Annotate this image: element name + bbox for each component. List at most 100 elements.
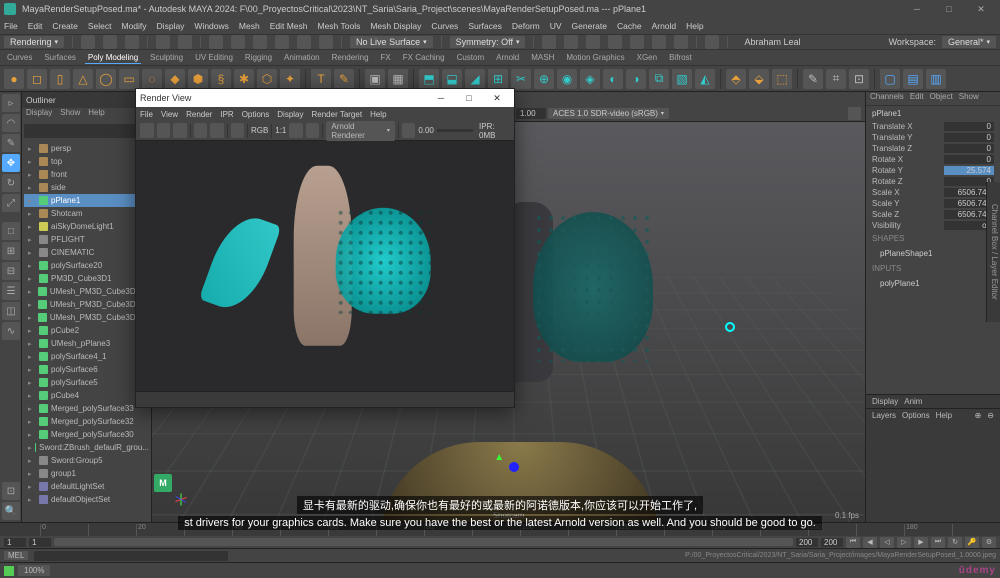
attr-label[interactable]: Translate X [872, 122, 913, 131]
shelf-tab-xgen[interactable]: XGen [634, 52, 660, 63]
snap-curve-icon[interactable] [253, 35, 267, 49]
outliner-menu-show[interactable]: Show [60, 108, 80, 122]
shelf-tab-arnold[interactable]: Arnold [493, 52, 522, 63]
shelf-tab-mash[interactable]: MASH [528, 52, 557, 63]
menu-edit-mesh[interactable]: Edit Mesh [270, 21, 308, 31]
outliner-item[interactable]: ▸side [24, 181, 149, 194]
shelf-extrude-icon[interactable]: ⬒ [419, 69, 439, 89]
render-thumbnails[interactable] [136, 391, 514, 407]
viewport-settings-icon[interactable] [848, 107, 861, 120]
menu-modify[interactable]: Modify [122, 21, 147, 31]
redo-icon[interactable] [178, 35, 192, 49]
shelf-bridge-icon[interactable]: ⬓ [442, 69, 462, 89]
outliner-item[interactable]: ▸UMesh_PM3D_Cube3D1_2 [24, 285, 149, 298]
outliner-menu-display[interactable]: Display [26, 108, 52, 122]
menu-create[interactable]: Create [52, 21, 78, 31]
outliner-item[interactable]: ▸defaultLightSet [24, 480, 149, 493]
shelf-quad-draw-icon[interactable]: ▧ [672, 69, 692, 89]
live-surface-dropdown[interactable]: No Live Surface [350, 36, 433, 48]
rotate-manipulator[interactable] [725, 322, 735, 332]
shelf-soccer-icon[interactable]: ⬡ [257, 69, 277, 89]
magnify-icon[interactable]: 🔍 [2, 502, 20, 520]
anim-tab[interactable]: Anim [904, 397, 922, 406]
rv-menu-render[interactable]: Render [186, 110, 212, 119]
shelf-bevel-icon[interactable]: ◢ [465, 69, 485, 89]
channel-object-name[interactable]: pPlane1 [866, 106, 1000, 121]
attr-label[interactable]: Rotate Y [872, 166, 903, 175]
render-view-maximize-button[interactable]: □ [456, 91, 482, 105]
ipr-refresh-icon[interactable] [210, 123, 224, 138]
rv-menu-display[interactable]: Display [277, 110, 303, 119]
render-frame-icon[interactable] [564, 35, 578, 49]
layout-four-icon[interactable]: ⊞ [2, 242, 20, 260]
snap-plane-icon[interactable] [297, 35, 311, 49]
outliner-item[interactable]: ▸PFLIGHT [24, 233, 149, 246]
menu-mesh[interactable]: Mesh [239, 21, 260, 31]
rotate-tool-icon[interactable]: ↻ [2, 174, 20, 192]
snap-grid-icon[interactable] [231, 35, 245, 49]
rv-exposure-input[interactable]: 0.00 [418, 126, 434, 135]
step-back-button[interactable]: ◀ [863, 537, 877, 548]
loop-button[interactable]: ↻ [948, 537, 962, 548]
layout-two-icon[interactable]: ⊟ [2, 262, 20, 280]
menu-select[interactable]: Select [88, 21, 112, 31]
outliner-item[interactable]: ▸polySurface4_1 [24, 350, 149, 363]
channel-box-tab-vertical[interactable]: Channel Box / Layer Editor [986, 182, 1000, 322]
render-view-titlebar[interactable]: Render View ─ □ ✕ [136, 89, 514, 107]
layout-outliner-icon[interactable]: ☰ [2, 282, 20, 300]
shelf-separate-icon[interactable]: ▦ [388, 69, 408, 89]
scale-tool-icon[interactable]: ⤢ [2, 194, 20, 212]
shelf-boolean-diff-icon[interactable]: ⬙ [749, 69, 769, 89]
minimize-button[interactable]: ─ [902, 1, 932, 17]
construction-history-icon[interactable] [542, 35, 556, 49]
prefs-button[interactable]: ⚙ [982, 537, 996, 548]
attr-label[interactable]: Rotate Z [872, 177, 903, 186]
shelf-helix-icon[interactable]: § [211, 69, 231, 89]
layout-persp-icon[interactable]: ◫ [2, 302, 20, 320]
attr-label[interactable]: Scale Y [872, 199, 899, 208]
shelf-boolean-inter-icon[interactable]: ⬚ [772, 69, 792, 89]
range-end-input[interactable]: 200 [821, 538, 843, 547]
shelf-tab-motion-graphics[interactable]: Motion Graphics [563, 52, 627, 63]
shelf-combine-icon[interactable]: ▣ [365, 69, 385, 89]
attr-value-input[interactable]: 0 [944, 155, 994, 164]
menu-curves[interactable]: Curves [431, 21, 458, 31]
rv-menu-render-target[interactable]: Render Target [312, 110, 363, 119]
symmetry-dropdown[interactable]: Symmetry: Off [450, 36, 526, 48]
menu-file[interactable]: File [4, 21, 18, 31]
attr-label[interactable]: Rotate X [872, 155, 903, 164]
outliner-item[interactable]: ▸CINEMATIC [24, 246, 149, 259]
m-button[interactable]: M [154, 474, 172, 492]
outliner-search-input[interactable] [24, 124, 149, 138]
shelf-tab-poly-modeling[interactable]: Poly Modeling [85, 52, 141, 64]
shelf-mirror-icon[interactable]: ⧉ [649, 69, 669, 89]
hypershade-icon[interactable] [674, 35, 688, 49]
shelf-auto-icon[interactable]: ▥ [926, 69, 946, 89]
shelf-tab-curves[interactable]: Curves [4, 52, 35, 63]
shelf-multicut-icon[interactable]: ✂ [511, 69, 531, 89]
outliner-item[interactable]: ▸persp [24, 142, 149, 155]
toggle-panel-icon[interactable] [705, 35, 719, 49]
outliner-item[interactable]: ▸Shotcam [24, 207, 149, 220]
range-start-input[interactable]: 1 [4, 538, 26, 547]
shelf-pipe-icon[interactable]: ⬢ [188, 69, 208, 89]
shelf-super-icon[interactable]: ✦ [280, 69, 300, 89]
translate-y-handle[interactable] [494, 452, 504, 462]
outliner-item[interactable]: ▸front [24, 168, 149, 181]
render-region-icon[interactable] [157, 123, 171, 138]
menu-arnold[interactable]: Arnold [652, 21, 677, 31]
render-view-minimize-button[interactable]: ─ [428, 91, 454, 105]
shelf-retopo-icon[interactable]: ⊡ [849, 69, 869, 89]
colorspace-dropdown[interactable]: ACES 1.0 SDR-video (sRGB) [548, 108, 669, 119]
frame-all-icon[interactable]: ⊡ [2, 482, 20, 500]
layer-list[interactable] [866, 422, 1000, 522]
outliner-item[interactable]: ▸UMesh_PM3D_Cube3D1_4 [24, 311, 149, 324]
shelf-remesh-icon[interactable]: ⌗ [826, 69, 846, 89]
shelf-boolean-union-icon[interactable]: ⬘ [726, 69, 746, 89]
ipr-start-icon[interactable] [194, 123, 208, 138]
outliner-item[interactable]: ▸Sword:Group5 [24, 454, 149, 467]
shelf-torus-icon[interactable]: ◯ [96, 69, 116, 89]
render-image-area[interactable] [136, 141, 514, 391]
rv-menu-view[interactable]: View [161, 110, 178, 119]
shape-node-name[interactable]: pPlaneShape1 [866, 246, 1000, 261]
